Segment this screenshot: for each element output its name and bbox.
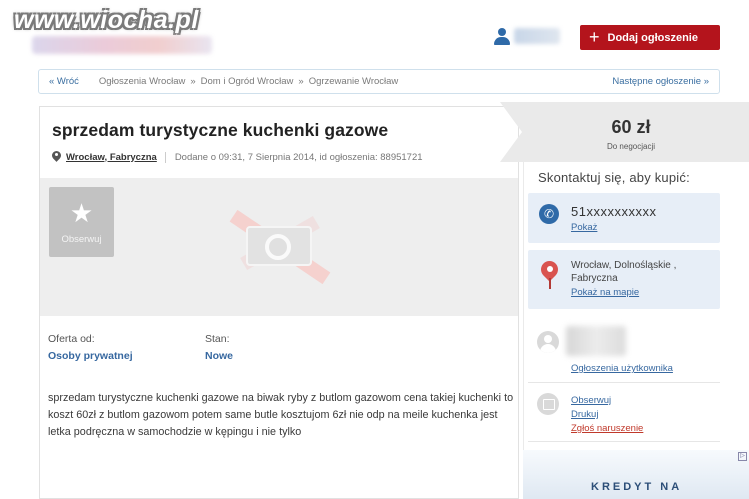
divider xyxy=(528,382,720,383)
seller-name-blurred xyxy=(566,326,626,356)
camera-icon xyxy=(224,209,334,285)
photo-placeholder: ★ Obserwuj xyxy=(40,178,518,316)
breadcrumb-item-subcategory[interactable]: Ogrzewanie Wrocław xyxy=(309,76,399,87)
price: 60 zł xyxy=(611,117,651,137)
condition: Stan: Nowe xyxy=(205,333,233,362)
back-link[interactable]: « Wróć xyxy=(49,76,79,87)
listing-meta: Wrocław, Fabryczna Dodane o 09:31, 7 Sie… xyxy=(52,151,423,163)
phone-icon: ✆ xyxy=(539,204,559,224)
condition-value[interactable]: Nowe xyxy=(205,350,233,362)
location-pin-icon xyxy=(52,151,61,163)
report-link[interactable]: Zgłoś naruszenie xyxy=(571,422,643,436)
observe-link[interactable]: Obserwuj xyxy=(571,394,643,408)
site-logo-blurred xyxy=(32,36,212,54)
ad-info-icon[interactable]: ▷ xyxy=(738,452,747,461)
phone-card[interactable]: ✆ 51xxxxxxxxxx Pokaż xyxy=(528,193,720,243)
location-link[interactable]: Wrocław, Fabryczna xyxy=(66,152,157,163)
condition-label: Stan: xyxy=(205,333,230,345)
offer-from-value[interactable]: Osoby prywatnej xyxy=(48,350,133,362)
ad-text: KREDYT NA xyxy=(591,481,683,493)
map-pin-icon xyxy=(537,257,562,289)
add-listing-button[interactable]: + Dodaj ogłoszenie xyxy=(580,25,720,50)
advertisement-banner[interactable]: ▷ KREDYT NA xyxy=(523,450,749,499)
address-card: Wrocław, Dolnośląskie , Fabryczna Pokaż … xyxy=(528,250,720,309)
listing-description: sprzedam turystyczne kuchenki gazowe na … xyxy=(48,392,514,438)
print-link[interactable]: Drukuj xyxy=(571,408,643,422)
breadcrumb: « Wróć Ogłoszenia Wrocław » Dom i Ogród … xyxy=(38,69,720,94)
offer-from-label: Oferta od: xyxy=(48,333,95,345)
breadcrumb-separator: » xyxy=(190,76,196,87)
show-map-link[interactable]: Pokaż na mapie xyxy=(571,287,639,298)
listing-card: sprzedam turystyczne kuchenki gazowe Wro… xyxy=(39,106,519,499)
breadcrumb-item-category[interactable]: Dom i Ogród Wrocław xyxy=(201,76,294,87)
avatar xyxy=(537,331,559,353)
next-listing-link[interactable]: Następne ogłoszenie » xyxy=(612,76,709,87)
breadcrumb-separator: » xyxy=(298,76,304,87)
star-icon: ★ xyxy=(69,197,94,228)
watermark-logo: www.wiocha.pl xyxy=(14,6,199,34)
actions-list: Obserwuj Drukuj Zgłoś naruszenie xyxy=(571,394,643,436)
user-icon[interactable] xyxy=(494,28,510,46)
divider xyxy=(164,151,166,163)
price-note: Do negocjacji xyxy=(606,142,656,151)
address: Wrocław, Dolnośląskie , Fabryczna xyxy=(571,259,676,285)
listing-title: sprzedam turystyczne kuchenki gazowe xyxy=(52,120,389,140)
phone-number: 51xxxxxxxxxx xyxy=(571,204,657,219)
contact-heading: Skontaktuj się, aby kupić: xyxy=(538,170,690,185)
breadcrumb-item-city[interactable]: Ogłoszenia Wrocław xyxy=(99,76,185,87)
username-blurred[interactable] xyxy=(514,28,560,44)
observe-button[interactable]: ★ Obserwuj xyxy=(49,187,114,257)
offer-from: Oferta od: Osoby prywatnej xyxy=(48,333,133,362)
observe-label: Obserwuj xyxy=(61,233,102,245)
add-listing-label: Dodaj ogłoszenie xyxy=(607,31,698,44)
plus-icon: + xyxy=(589,26,600,47)
show-phone-link[interactable]: Pokaż xyxy=(571,222,597,233)
actions-icon xyxy=(537,393,559,415)
divider xyxy=(528,441,720,442)
address-line2: Fabryczna xyxy=(571,273,618,284)
user-listings-link[interactable]: Ogłoszenia użytkownika xyxy=(571,363,673,374)
price-box: 60 zł Do negocjacji xyxy=(500,102,749,162)
address-line1: Wrocław, Dolnośląskie , xyxy=(571,260,677,271)
added-date: Dodane o 09:31, 7 Sierpnia 2014, id ogło… xyxy=(174,151,423,163)
